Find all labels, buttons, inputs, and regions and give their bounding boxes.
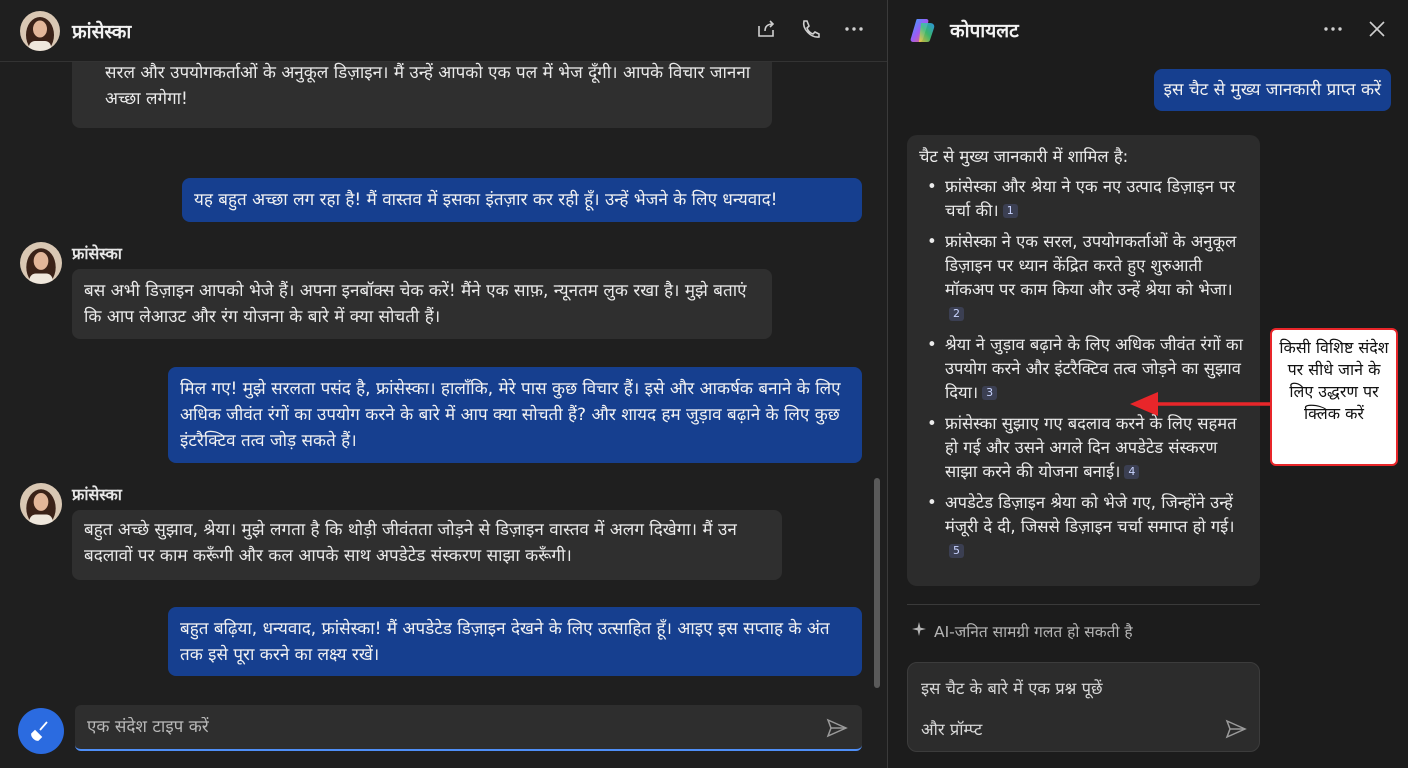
sparkle-icon xyxy=(912,622,926,640)
message-bubble[interactable]: बहुत अच्छे सुझाव, श्रेया। मुझे लगता है क… xyxy=(72,510,782,580)
sender-avatar[interactable] xyxy=(20,242,62,284)
sender-name: फ्रांसेस्का xyxy=(72,244,122,263)
send-icon[interactable] xyxy=(1225,718,1247,744)
answer-point: अपडेटेड डिज़ाइन श्रेया को भेजे गए, जिन्ह… xyxy=(919,491,1248,563)
chat-scrollbar[interactable] xyxy=(874,478,880,688)
copilot-header: कोपायलट xyxy=(888,0,1408,60)
message-text: मिल गए! मुझे सरलता पसंद है, फ्रांसेस्का।… xyxy=(180,379,841,451)
sender-avatar[interactable] xyxy=(20,483,62,525)
copilot-title: कोपायलट xyxy=(950,20,1019,42)
message-bubble[interactable]: बस अभी डिज़ाइन आपको भेजे हैं। अपना इनबॉक… xyxy=(72,269,772,339)
copilot-prompt-placeholder[interactable]: इस चैट के बारे में एक प्रश्न पूछें xyxy=(921,676,1103,699)
message-input[interactable] xyxy=(75,717,795,737)
copilot-separator xyxy=(907,604,1260,605)
chat-pane: फ्रांसेस्का सरल और उपयोगकर्ताओं के अनुकू… xyxy=(0,0,887,768)
phone-icon[interactable] xyxy=(797,16,823,42)
share-screen-icon[interactable] xyxy=(753,16,779,42)
more-options-icon[interactable] xyxy=(1320,16,1346,42)
citation-link[interactable]: 1 xyxy=(1002,204,1018,218)
contact-name: फ्रांसेस्का xyxy=(72,20,132,43)
message-text: यह बहुत अच्छा लग रहा है! मैं वास्तव में … xyxy=(194,190,778,210)
send-icon[interactable] xyxy=(826,717,848,743)
answer-point: फ्रांसेस्का और श्रेया ने एक नए उत्पाद डि… xyxy=(919,175,1248,223)
broom-icon xyxy=(31,721,48,741)
copilot-answer-card: चैट से मुख्य जानकारी में शामिल है: फ्रां… xyxy=(907,135,1260,586)
compose-area xyxy=(0,700,887,768)
copilot-prompt-box[interactable]: इस चैट के बारे में एक प्रश्न पूछें और प्… xyxy=(907,662,1260,752)
message-list[interactable]: सरल और उपयोगकर्ताओं के अनुकूल डिज़ाइन। म… xyxy=(0,62,870,692)
answer-point-text: फ्रांसेस्का और श्रेया ने एक नए उत्पाद डि… xyxy=(945,177,1236,220)
more-prompts-button[interactable]: और प्रॉम्प्ट xyxy=(921,717,982,740)
answer-intro: चैट से मुख्य जानकारी में शामिल है: xyxy=(919,147,1129,166)
chat-header: फ्रांसेस्का xyxy=(0,0,887,62)
message-text: बस अभी डिज़ाइन आपको भेजे हैं। अपना इनबॉक… xyxy=(84,281,747,327)
citation-link[interactable]: 3 xyxy=(982,386,998,400)
copilot-logo-icon xyxy=(908,15,938,45)
message-text: बहुत अच्छे सुझाव, श्रेया। मुझे लगता है क… xyxy=(84,520,737,566)
more-options-icon[interactable] xyxy=(841,16,867,42)
ai-disclaimer-text: AI-जनित सामग्री गलत हो सकती है xyxy=(934,623,1133,641)
answer-point-text: फ्रांसेस्का सुझाए गए बदलाव करने के लिए स… xyxy=(945,414,1237,481)
answer-point: फ्रांसेस्का ने एक सरल, उपयोगकर्ताओं के अ… xyxy=(919,230,1248,326)
ai-disclaimer: AI-जनित सामग्री गलत हो सकती है xyxy=(912,620,1133,642)
close-icon[interactable] xyxy=(1364,16,1390,42)
message-compose-box[interactable] xyxy=(75,705,862,751)
answer-point-text: अपडेटेड डिज़ाइन श्रेया को भेजे गए, जिन्ह… xyxy=(945,493,1235,536)
message-text: सरल और उपयोगकर्ताओं के अनुकूल डिज़ाइन। म… xyxy=(105,63,751,109)
citation-link[interactable]: 5 xyxy=(949,544,964,558)
citation-link[interactable]: 2 xyxy=(949,307,964,321)
new-chat-broom-button[interactable] xyxy=(18,708,64,754)
message-text: बहुत बढ़िया, धन्यवाद, फ्रांसेस्का! मैं अ… xyxy=(180,619,830,665)
answer-point-text: फ्रांसेस्का ने एक सरल, उपयोगकर्ताओं के अ… xyxy=(945,232,1237,299)
message-bubble[interactable]: सरल और उपयोगकर्ताओं के अनुकूल डिज़ाइन। म… xyxy=(72,62,772,128)
sender-name: फ्रांसेस्का xyxy=(72,485,122,504)
annotation-callout: किसी विशिष्ट संदेश पर सीधे जाने के लिए उ… xyxy=(1270,328,1398,466)
annotation-arrow xyxy=(1130,392,1270,416)
message-bubble[interactable]: मिल गए! मुझे सरलता पसंद है, फ्रांसेस्का।… xyxy=(168,367,862,463)
message-bubble[interactable]: यह बहुत अच्छा लग रहा है! मैं वास्तव में … xyxy=(182,178,862,222)
answer-list: फ्रांसेस्का और श्रेया ने एक नए उत्पाद डि… xyxy=(919,175,1248,563)
citation-link[interactable]: 4 xyxy=(1124,465,1140,479)
answer-point: फ्रांसेस्का सुझाए गए बदलाव करने के लिए स… xyxy=(919,412,1248,484)
contact-avatar[interactable] xyxy=(20,10,60,51)
copilot-user-prompt: इस चैट से मुख्य जानकारी प्राप्त करें xyxy=(1153,69,1391,111)
message-bubble[interactable]: बहुत बढ़िया, धन्यवाद, फ्रांसेस्का! मैं अ… xyxy=(168,607,862,676)
